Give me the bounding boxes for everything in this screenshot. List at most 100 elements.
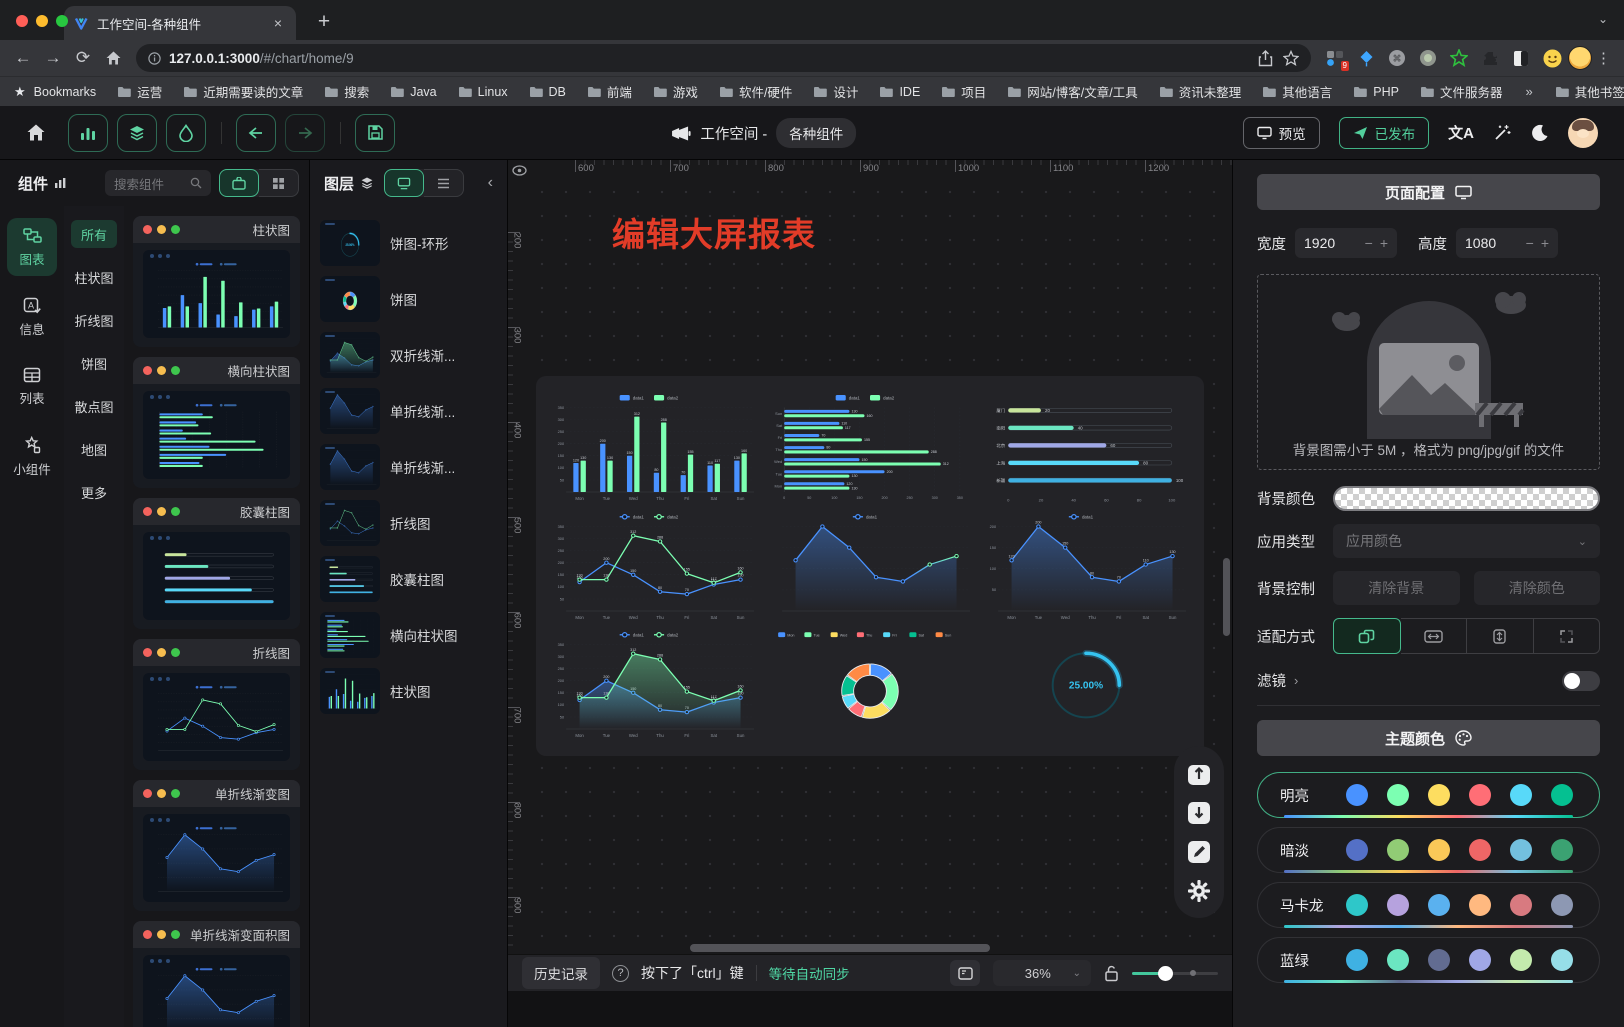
bookmark-folder[interactable]: PHP	[1353, 85, 1399, 99]
category-item[interactable]: 所有	[71, 220, 117, 248]
reload-icon[interactable]: ⟳	[68, 43, 98, 73]
width-input[interactable]: 1920−+	[1295, 228, 1397, 258]
bookmarks-overflow-icon[interactable]: »	[1525, 84, 1532, 99]
layer-item[interactable]: 横向柱状图	[320, 612, 497, 658]
dashboard-board[interactable]: 50100150200250300350Mon120130Tue200130We…	[536, 376, 1204, 756]
canvas-chart-hbars[interactable]: 050100150200250300350Sun130160Sat110117F…	[764, 390, 976, 505]
canvas-chart-bars[interactable]: 50100150200250300350Mon120130Tue200130We…	[548, 390, 760, 505]
export-icon[interactable]	[1184, 759, 1214, 789]
canvas-chart-area2[interactable]: 50100150200250300350MonTueWedThuFriSatSu…	[548, 627, 760, 742]
theme-row[interactable]: 暗淡	[1257, 827, 1600, 873]
canvas-chart-donut[interactable]: MonTueWedThuFriSatSun	[764, 627, 976, 742]
ruler-eye-icon[interactable]	[508, 160, 530, 180]
theme-row[interactable]: 明亮	[1257, 772, 1600, 818]
redo-button[interactable]	[285, 114, 325, 152]
lock-icon[interactable]	[1104, 965, 1119, 982]
vertical-scrollbar[interactable]	[1223, 558, 1230, 636]
layer-item[interactable]: 单折线渐...	[320, 388, 497, 434]
settings-gear-icon[interactable]	[1184, 876, 1214, 906]
layer-item[interactable]: 胶囊柱图	[320, 556, 497, 602]
canvas-chart-line1[interactable]: 50100150200MonTueWedThuFriSatSun12020015…	[980, 509, 1192, 624]
magic-wand-icon[interactable]	[1493, 123, 1512, 142]
category-item[interactable]: 饼图	[81, 349, 107, 377]
fit-width-option[interactable]	[1401, 618, 1468, 654]
tab-search-chevron-icon[interactable]: ⌄	[1598, 12, 1608, 26]
window-controls[interactable]	[16, 15, 68, 27]
extension-puzzle-icon[interactable]	[1480, 48, 1500, 68]
layer-thumbnail-view-toggle[interactable]	[384, 169, 424, 197]
import-icon[interactable]	[1184, 798, 1214, 828]
canvas-text-widget[interactable]: 编辑大屏报表	[612, 208, 816, 256]
address-bar[interactable]: 127.0.0.1:3000/#/chart/home/9	[136, 44, 1311, 72]
height-input[interactable]: 1080−+	[1456, 228, 1558, 258]
help-icon[interactable]: ?	[612, 965, 629, 982]
component-market-toggle[interactable]	[219, 169, 259, 197]
app-type-select[interactable]: 应用颜色⌄	[1333, 524, 1600, 558]
category-item[interactable]: 地图	[81, 435, 107, 463]
layer-item[interactable]: 单折线渐...	[320, 444, 497, 490]
bookmark-folder[interactable]: IDE	[879, 85, 920, 99]
language-icon[interactable]: 文A	[1448, 122, 1474, 143]
chart-panel-toggle-button[interactable]	[68, 114, 108, 152]
bookmark-folder[interactable]: 近期需要读的文章	[183, 82, 303, 101]
zoom-window-button[interactable]	[56, 15, 68, 27]
theme-row[interactable]: 马卡龙	[1257, 882, 1600, 928]
bookmark-star-icon[interactable]	[1283, 50, 1299, 66]
category-item[interactable]: 柱状图	[74, 263, 113, 291]
component-card[interactable]: 单折线渐变图	[133, 780, 300, 911]
canvas-chart-ring[interactable]: 25.00%	[980, 627, 1192, 742]
component-card[interactable]: 横向柱状图	[133, 357, 300, 488]
workspace-name-pill[interactable]: 各种组件	[776, 118, 856, 148]
other-bookmarks-folder[interactable]: 其他书签	[1555, 82, 1624, 101]
forward-icon[interactable]: →	[38, 43, 68, 73]
tab-close-icon[interactable]: ×	[270, 15, 286, 31]
browser-profile-avatar[interactable]	[1568, 46, 1592, 70]
bookmark-folder[interactable]: 软件/硬件	[719, 82, 792, 101]
increment-icon[interactable]: +	[1380, 235, 1388, 251]
save-button[interactable]	[355, 114, 395, 152]
publish-button[interactable]: 已发布	[1339, 117, 1430, 149]
bg-color-swatch[interactable]	[1333, 486, 1600, 511]
horizontal-scrollbar[interactable]	[690, 944, 990, 952]
chevron-right-icon[interactable]: ›	[1294, 673, 1298, 688]
component-card[interactable]: 胶囊柱图	[133, 498, 300, 629]
zoom-select[interactable]: 36%⌄	[993, 960, 1091, 986]
category-item[interactable]: 折线图	[74, 306, 113, 334]
bookmark-folder[interactable]: DB	[529, 85, 566, 99]
extension-tabs-icon[interactable]: 9	[1325, 48, 1345, 68]
undo-button[interactable]	[236, 114, 276, 152]
decrement-icon[interactable]: −	[1526, 235, 1534, 251]
filter-toggle[interactable]	[1562, 671, 1600, 691]
dark-mode-moon-icon[interactable]	[1531, 124, 1549, 142]
app-home-icon[interactable]	[26, 123, 46, 142]
component-card[interactable]: 单折线渐变面积图	[133, 921, 300, 1027]
sidebar-item-2[interactable]: A信息	[7, 288, 57, 346]
new-tab-button[interactable]: +	[310, 4, 338, 40]
decrement-icon[interactable]: −	[1365, 235, 1373, 251]
layer-item[interactable]: 双折线渐...	[320, 332, 497, 378]
browser-menu-icon[interactable]: ⋮	[1596, 49, 1612, 67]
user-avatar[interactable]	[1568, 118, 1598, 148]
bookmarks-label[interactable]: Bookmarks	[34, 85, 97, 99]
bookmark-folder[interactable]: 其他语言	[1262, 82, 1332, 101]
minimize-window-button[interactable]	[36, 15, 48, 27]
clear-background-button[interactable]: 清除背景	[1333, 571, 1460, 605]
bookmark-folder[interactable]: Java	[390, 85, 436, 99]
extension-kite-icon[interactable]	[1356, 48, 1376, 68]
fit-scale-option[interactable]	[1333, 618, 1401, 654]
bookmark-folder[interactable]: 项目	[941, 82, 986, 101]
clear-color-button[interactable]: 清除颜色	[1474, 571, 1601, 605]
fit-height-option[interactable]	[1467, 618, 1534, 654]
extension-star-icon[interactable]	[1449, 48, 1469, 68]
sidebar-item-1[interactable]: 图表	[7, 218, 57, 276]
component-card[interactable]: 折线图	[133, 639, 300, 770]
close-window-button[interactable]	[16, 15, 28, 27]
bookmark-folder[interactable]: Linux	[458, 85, 508, 99]
background-upload-dropzone[interactable]: 背景图需小于 5M ，格式为 png/jpg/gif 的文件	[1257, 274, 1600, 470]
editor-canvas[interactable]: 6007008009001000110012001300 20030040050…	[508, 160, 1232, 1027]
zoom-slider-knob[interactable]	[1158, 966, 1173, 981]
site-info-icon[interactable]	[148, 52, 161, 65]
fit-stretch-option[interactable]	[1534, 618, 1601, 654]
zoom-slider[interactable]	[1132, 972, 1218, 975]
collapse-panel-icon[interactable]: ‹	[484, 174, 497, 192]
